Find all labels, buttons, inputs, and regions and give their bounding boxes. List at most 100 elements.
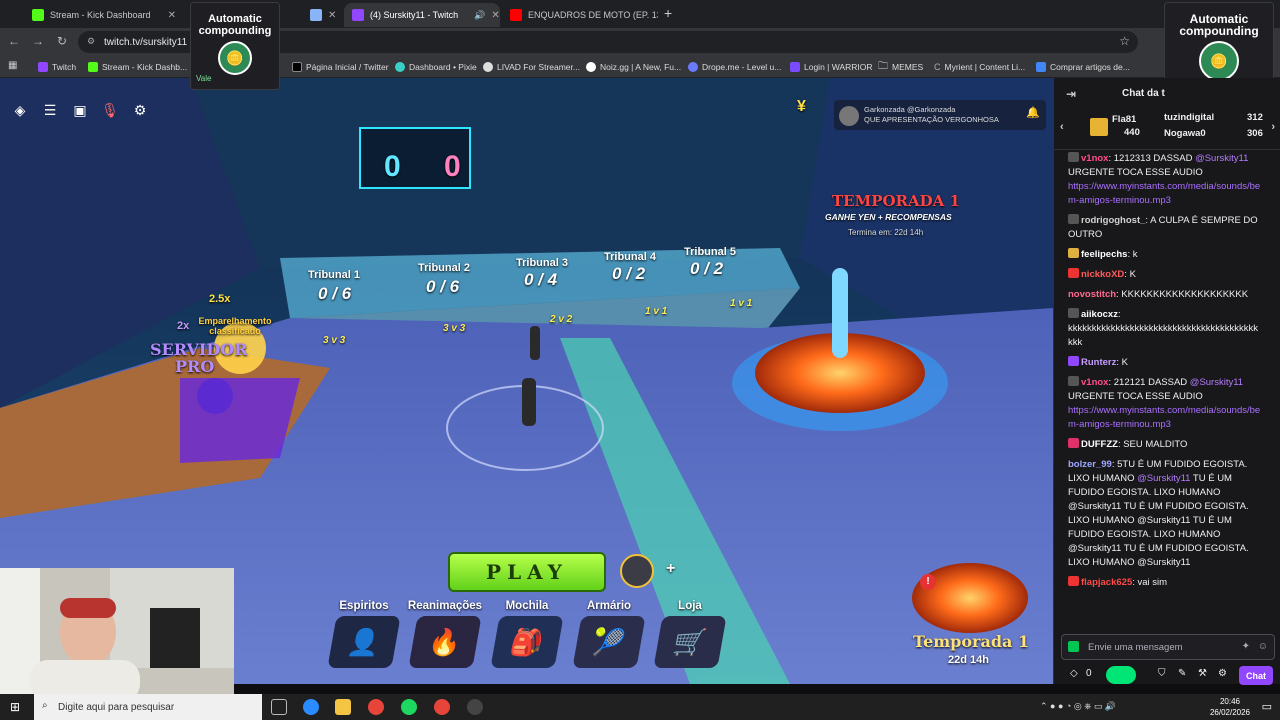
new-tab-button[interactable]: +: [664, 5, 672, 21]
tribunal-3-count: 0 / 4: [524, 270, 558, 289]
bits-icon[interactable]: ✦: [1242, 641, 1250, 652]
bookmark-item[interactable]: Twitch: [38, 59, 76, 75]
settings-icon[interactable]: ⚙: [1218, 668, 1227, 679]
pixie-icon: [395, 62, 405, 72]
notifications-icon[interactable]: ▭: [1262, 700, 1272, 713]
google-icon: [1036, 62, 1046, 72]
settings-gear-icon[interactable]: ⚙: [130, 100, 150, 120]
player-notification: Garkonzada @Garkonzada QUE APRESENTAÇÃO …: [834, 100, 1046, 130]
pad-label: 1 v 1: [645, 306, 668, 317]
collapse-chat-icon[interactable]: ⇥: [1066, 87, 1076, 101]
bookmark-item[interactable]: Noiz.gg | A New, Fu...: [586, 59, 681, 75]
windows-taskbar: ⊞ ⌕ Digite aqui para pesquisar ⌃ ● ● ◔ ◎…: [0, 694, 1280, 720]
close-tab-icon[interactable]: ✕: [328, 10, 336, 21]
bookmark-item[interactable]: Dashboard • Pixie: [395, 59, 477, 75]
menu-spirits[interactable]: Espiritos 👤: [324, 600, 404, 668]
tab-kick-dashboard[interactable]: Stream - Kick Dashboard ✕: [24, 3, 184, 27]
bookmark-item[interactable]: C Myrient | Content Li...: [934, 59, 1025, 75]
season-badge-title[interactable]: Temporada 1: [913, 632, 1029, 651]
tab-youtube[interactable]: ENQUADROS DE MOTO (EP. 13 ✕: [502, 3, 658, 27]
twitch-chat: ⇥ Chat da t ‹ Fla81 440 tuzindigital 312…: [1053, 78, 1280, 685]
spotify-icon[interactable]: [401, 699, 417, 715]
menu-revives[interactable]: Reanimações 🔥: [405, 600, 485, 668]
gift-icon: [1090, 118, 1108, 136]
close-tab-icon[interactable]: ✕: [491, 10, 499, 21]
bookmark-item[interactable]: Drope.me - Level u...: [688, 59, 781, 75]
windows-start-icon[interactable]: ⊞: [10, 700, 20, 714]
tools-icon[interactable]: ⚒: [1198, 668, 1207, 679]
file-explorer-icon[interactable]: [335, 699, 351, 715]
pencil-icon[interactable]: ✎: [1178, 668, 1186, 679]
tribunal-2-count: 0 / 6: [426, 277, 460, 296]
bookmark-item[interactable]: LIVAD For Streamer...: [483, 59, 580, 75]
menu-shop[interactable]: Loja 🛒: [650, 600, 730, 668]
badge-icon: [1068, 152, 1079, 162]
speaker-icon[interactable]: 🔊: [474, 10, 485, 21]
chat-message: aiikocxz: kkkkkkkkkkkkkkkkkkkkkkkkkkkkkk…: [1068, 308, 1258, 348]
menu-locker[interactable]: Armário 🎾: [569, 600, 649, 668]
chat-message: Runterz: K: [1068, 356, 1268, 370]
site-info-icon[interactable]: ⚙: [87, 36, 95, 47]
season-badge-time: 22d 14h: [948, 654, 989, 666]
chat-send-button[interactable]: Chat: [1239, 666, 1273, 685]
emote-icon[interactable]: ☺: [1258, 641, 1268, 652]
obs-icon[interactable]: [467, 699, 483, 715]
copilot-icon[interactable]: [303, 699, 319, 715]
pad-label: 2 v 2: [550, 314, 573, 325]
bookmark-star-icon[interactable]: ☆: [1119, 34, 1130, 48]
tab-twitch[interactable]: (4) Surskity11 - Twitch 🔊 ✕: [344, 3, 500, 27]
chat-message-input[interactable]: Envie uma mensagem ✦ ☺: [1061, 634, 1275, 660]
tribunal-2-name: Tribunal 2: [418, 262, 470, 274]
forward-icon[interactable]: →: [30, 34, 46, 48]
back-icon[interactable]: ←: [6, 34, 22, 48]
chat-message: novostitch: KKKKKKKKKKKKKKKKKKKK: [1068, 289, 1249, 300]
tribunal-4-name: Tribunal 4: [604, 251, 656, 263]
chat-message: feelipechs: k: [1068, 248, 1268, 262]
menu-icon[interactable]: ☰: [40, 100, 60, 120]
task-view-icon[interactable]: [271, 699, 287, 715]
claim-points-button[interactable]: [1106, 666, 1136, 684]
x-twitter-icon: [292, 62, 302, 72]
chat-message: flapjack625: vai sim: [1068, 576, 1268, 590]
badge-icon: [1068, 214, 1079, 224]
noiz-icon: [586, 62, 596, 72]
apps-icon[interactable]: ▦: [8, 60, 17, 71]
bell-icon[interactable]: 🔔: [1026, 108, 1040, 119]
kick-icon: [88, 62, 98, 72]
bookmark-item[interactable]: Comprar artigos de...: [1036, 59, 1130, 75]
ad-overlay-left[interactable]: Automatic compounding 🪙 Vale: [190, 2, 280, 90]
friend-avatar[interactable]: [620, 554, 654, 588]
tab-extra[interactable]: ✕: [302, 3, 342, 27]
bookmark-item[interactable]: Login | WARRIOR: [790, 59, 873, 75]
add-friend-icon[interactable]: +: [666, 560, 675, 578]
chat-message: v1nox: 1212313 DASSAD @Surskity11 URGENT…: [1068, 152, 1261, 206]
chat-message: v1nox: 212121 DASSAD @Surskity11 URGENTE…: [1068, 376, 1261, 430]
twitch-icon: [38, 62, 48, 72]
channel-points-icon[interactable]: [1068, 641, 1079, 652]
shield-icon[interactable]: ⛉: [1158, 668, 1166, 679]
play-button[interactable]: PLAY: [448, 552, 606, 592]
bag-icon: 🎒: [490, 616, 564, 668]
bookmark-item[interactable]: Stream - Kick Dashb...: [88, 59, 187, 75]
vale-badge: Vale: [196, 74, 212, 83]
coins-icon: 🪙: [1199, 41, 1239, 81]
bookmark-item[interactable]: Página Inicial / Twitter: [292, 59, 389, 75]
reload-icon[interactable]: ↻: [54, 34, 70, 48]
menu-backpack[interactable]: Mochila 🎒: [487, 600, 567, 668]
chat-bubble-icon[interactable]: ▣: [70, 100, 90, 120]
prev-icon[interactable]: ‹: [1060, 121, 1064, 133]
tray-icons[interactable]: ⌃ ● ● ◔ ◎ ⎈ ▭ 🔊: [1040, 701, 1116, 712]
mic-icon[interactable]: 🎙: [100, 100, 120, 120]
chrome-active-icon[interactable]: [434, 699, 450, 715]
next-icon[interactable]: ›: [1271, 121, 1275, 133]
chrome-icon[interactable]: [368, 699, 384, 715]
close-tab-icon[interactable]: ✕: [168, 10, 176, 21]
warrior-icon: [790, 62, 800, 72]
chat-message: bolzer_99: 5TU É UM FUDIDO EGOISTA. LIXO…: [1068, 459, 1249, 568]
bookmark-folder[interactable]: 🗀 MEMES: [878, 59, 923, 75]
clock[interactable]: 20:46 26/02/2026: [1210, 696, 1250, 718]
taskbar-search[interactable]: ⌕ Digite aqui para pesquisar: [34, 694, 262, 720]
roblox-logo-icon[interactable]: ◈: [10, 100, 30, 120]
leaderboard: ‹ Fla81 440 tuzindigital 312 Nogawa0 306…: [1054, 108, 1280, 150]
pad-label: 3 v 3: [323, 335, 346, 346]
